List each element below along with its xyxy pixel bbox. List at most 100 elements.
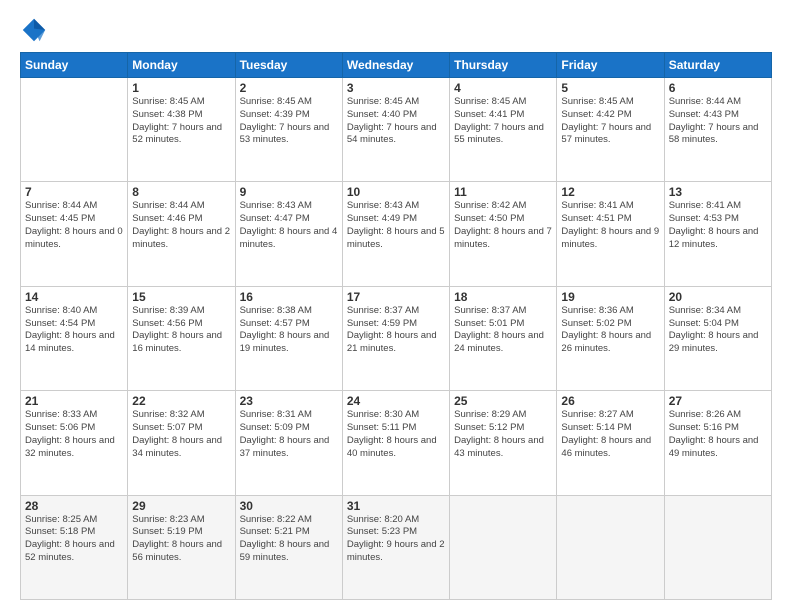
day-info: Sunrise: 8:25 AMSunset: 5:18 PMDaylight:… bbox=[25, 514, 123, 565]
day-info: Sunrise: 8:32 AMSunset: 5:07 PMDaylight:… bbox=[132, 409, 230, 460]
day-info: Sunrise: 8:40 AMSunset: 4:54 PMDaylight:… bbox=[25, 305, 123, 356]
calendar-cell: 3Sunrise: 8:45 AMSunset: 4:40 PMDaylight… bbox=[342, 78, 449, 182]
day-number: 9 bbox=[240, 185, 338, 199]
calendar-cell: 17Sunrise: 8:37 AMSunset: 4:59 PMDayligh… bbox=[342, 286, 449, 390]
day-info: Sunrise: 8:26 AMSunset: 5:16 PMDaylight:… bbox=[669, 409, 767, 460]
calendar-cell: 19Sunrise: 8:36 AMSunset: 5:02 PMDayligh… bbox=[557, 286, 664, 390]
day-info: Sunrise: 8:45 AMSunset: 4:41 PMDaylight:… bbox=[454, 96, 552, 147]
logo bbox=[20, 16, 52, 44]
day-info: Sunrise: 8:38 AMSunset: 4:57 PMDaylight:… bbox=[240, 305, 338, 356]
day-info: Sunrise: 8:33 AMSunset: 5:06 PMDaylight:… bbox=[25, 409, 123, 460]
day-number: 25 bbox=[454, 394, 552, 408]
calendar-cell: 14Sunrise: 8:40 AMSunset: 4:54 PMDayligh… bbox=[21, 286, 128, 390]
day-info: Sunrise: 8:44 AMSunset: 4:43 PMDaylight:… bbox=[669, 96, 767, 147]
calendar-cell: 16Sunrise: 8:38 AMSunset: 4:57 PMDayligh… bbox=[235, 286, 342, 390]
calendar-header-wednesday: Wednesday bbox=[342, 53, 449, 78]
day-number: 4 bbox=[454, 81, 552, 95]
page: SundayMondayTuesdayWednesdayThursdayFrid… bbox=[0, 0, 792, 612]
day-info: Sunrise: 8:23 AMSunset: 5:19 PMDaylight:… bbox=[132, 514, 230, 565]
day-info: Sunrise: 8:31 AMSunset: 5:09 PMDaylight:… bbox=[240, 409, 338, 460]
day-info: Sunrise: 8:34 AMSunset: 5:04 PMDaylight:… bbox=[669, 305, 767, 356]
day-info: Sunrise: 8:30 AMSunset: 5:11 PMDaylight:… bbox=[347, 409, 445, 460]
calendar-cell: 8Sunrise: 8:44 AMSunset: 4:46 PMDaylight… bbox=[128, 182, 235, 286]
calendar-cell: 29Sunrise: 8:23 AMSunset: 5:19 PMDayligh… bbox=[128, 495, 235, 599]
calendar-week-2: 7Sunrise: 8:44 AMSunset: 4:45 PMDaylight… bbox=[21, 182, 772, 286]
day-number: 26 bbox=[561, 394, 659, 408]
day-number: 16 bbox=[240, 290, 338, 304]
calendar-week-1: 1Sunrise: 8:45 AMSunset: 4:38 PMDaylight… bbox=[21, 78, 772, 182]
day-number: 22 bbox=[132, 394, 230, 408]
day-number: 7 bbox=[25, 185, 123, 199]
calendar-cell: 28Sunrise: 8:25 AMSunset: 5:18 PMDayligh… bbox=[21, 495, 128, 599]
day-number: 12 bbox=[561, 185, 659, 199]
calendar-week-5: 28Sunrise: 8:25 AMSunset: 5:18 PMDayligh… bbox=[21, 495, 772, 599]
calendar-cell: 6Sunrise: 8:44 AMSunset: 4:43 PMDaylight… bbox=[664, 78, 771, 182]
calendar-cell: 5Sunrise: 8:45 AMSunset: 4:42 PMDaylight… bbox=[557, 78, 664, 182]
day-info: Sunrise: 8:37 AMSunset: 5:01 PMDaylight:… bbox=[454, 305, 552, 356]
day-number: 27 bbox=[669, 394, 767, 408]
calendar-header-sunday: Sunday bbox=[21, 53, 128, 78]
day-info: Sunrise: 8:27 AMSunset: 5:14 PMDaylight:… bbox=[561, 409, 659, 460]
calendar-cell: 18Sunrise: 8:37 AMSunset: 5:01 PMDayligh… bbox=[450, 286, 557, 390]
calendar-header-row: SundayMondayTuesdayWednesdayThursdayFrid… bbox=[21, 53, 772, 78]
day-number: 2 bbox=[240, 81, 338, 95]
day-number: 14 bbox=[25, 290, 123, 304]
day-info: Sunrise: 8:44 AMSunset: 4:45 PMDaylight:… bbox=[25, 200, 123, 251]
calendar-cell: 12Sunrise: 8:41 AMSunset: 4:51 PMDayligh… bbox=[557, 182, 664, 286]
calendar-cell: 31Sunrise: 8:20 AMSunset: 5:23 PMDayligh… bbox=[342, 495, 449, 599]
day-number: 20 bbox=[669, 290, 767, 304]
day-number: 8 bbox=[132, 185, 230, 199]
day-info: Sunrise: 8:41 AMSunset: 4:51 PMDaylight:… bbox=[561, 200, 659, 251]
calendar-cell: 7Sunrise: 8:44 AMSunset: 4:45 PMDaylight… bbox=[21, 182, 128, 286]
calendar-week-3: 14Sunrise: 8:40 AMSunset: 4:54 PMDayligh… bbox=[21, 286, 772, 390]
day-number: 1 bbox=[132, 81, 230, 95]
calendar-cell: 10Sunrise: 8:43 AMSunset: 4:49 PMDayligh… bbox=[342, 182, 449, 286]
day-info: Sunrise: 8:39 AMSunset: 4:56 PMDaylight:… bbox=[132, 305, 230, 356]
day-info: Sunrise: 8:20 AMSunset: 5:23 PMDaylight:… bbox=[347, 514, 445, 565]
calendar-cell: 15Sunrise: 8:39 AMSunset: 4:56 PMDayligh… bbox=[128, 286, 235, 390]
calendar-header-saturday: Saturday bbox=[664, 53, 771, 78]
logo-icon bbox=[20, 16, 48, 44]
calendar-cell: 1Sunrise: 8:45 AMSunset: 4:38 PMDaylight… bbox=[128, 78, 235, 182]
day-number: 17 bbox=[347, 290, 445, 304]
day-number: 19 bbox=[561, 290, 659, 304]
calendar-cell: 23Sunrise: 8:31 AMSunset: 5:09 PMDayligh… bbox=[235, 391, 342, 495]
calendar-cell: 27Sunrise: 8:26 AMSunset: 5:16 PMDayligh… bbox=[664, 391, 771, 495]
day-info: Sunrise: 8:45 AMSunset: 4:42 PMDaylight:… bbox=[561, 96, 659, 147]
day-number: 18 bbox=[454, 290, 552, 304]
day-info: Sunrise: 8:36 AMSunset: 5:02 PMDaylight:… bbox=[561, 305, 659, 356]
day-number: 10 bbox=[347, 185, 445, 199]
calendar-cell: 22Sunrise: 8:32 AMSunset: 5:07 PMDayligh… bbox=[128, 391, 235, 495]
day-number: 23 bbox=[240, 394, 338, 408]
day-number: 15 bbox=[132, 290, 230, 304]
calendar-week-4: 21Sunrise: 8:33 AMSunset: 5:06 PMDayligh… bbox=[21, 391, 772, 495]
day-info: Sunrise: 8:43 AMSunset: 4:49 PMDaylight:… bbox=[347, 200, 445, 251]
day-number: 3 bbox=[347, 81, 445, 95]
day-number: 29 bbox=[132, 499, 230, 513]
day-info: Sunrise: 8:41 AMSunset: 4:53 PMDaylight:… bbox=[669, 200, 767, 251]
day-number: 11 bbox=[454, 185, 552, 199]
day-number: 21 bbox=[25, 394, 123, 408]
day-info: Sunrise: 8:37 AMSunset: 4:59 PMDaylight:… bbox=[347, 305, 445, 356]
day-info: Sunrise: 8:45 AMSunset: 4:38 PMDaylight:… bbox=[132, 96, 230, 147]
day-number: 5 bbox=[561, 81, 659, 95]
day-number: 6 bbox=[669, 81, 767, 95]
calendar-cell bbox=[664, 495, 771, 599]
calendar-cell: 26Sunrise: 8:27 AMSunset: 5:14 PMDayligh… bbox=[557, 391, 664, 495]
calendar-cell: 21Sunrise: 8:33 AMSunset: 5:06 PMDayligh… bbox=[21, 391, 128, 495]
day-info: Sunrise: 8:42 AMSunset: 4:50 PMDaylight:… bbox=[454, 200, 552, 251]
calendar-cell: 25Sunrise: 8:29 AMSunset: 5:12 PMDayligh… bbox=[450, 391, 557, 495]
day-info: Sunrise: 8:45 AMSunset: 4:39 PMDaylight:… bbox=[240, 96, 338, 147]
day-number: 31 bbox=[347, 499, 445, 513]
calendar-table: SundayMondayTuesdayWednesdayThursdayFrid… bbox=[20, 52, 772, 600]
day-number: 30 bbox=[240, 499, 338, 513]
day-number: 28 bbox=[25, 499, 123, 513]
day-info: Sunrise: 8:43 AMSunset: 4:47 PMDaylight:… bbox=[240, 200, 338, 251]
calendar-cell: 11Sunrise: 8:42 AMSunset: 4:50 PMDayligh… bbox=[450, 182, 557, 286]
calendar-cell: 4Sunrise: 8:45 AMSunset: 4:41 PMDaylight… bbox=[450, 78, 557, 182]
day-number: 13 bbox=[669, 185, 767, 199]
calendar-header-tuesday: Tuesday bbox=[235, 53, 342, 78]
calendar-cell: 20Sunrise: 8:34 AMSunset: 5:04 PMDayligh… bbox=[664, 286, 771, 390]
day-info: Sunrise: 8:22 AMSunset: 5:21 PMDaylight:… bbox=[240, 514, 338, 565]
day-info: Sunrise: 8:44 AMSunset: 4:46 PMDaylight:… bbox=[132, 200, 230, 251]
